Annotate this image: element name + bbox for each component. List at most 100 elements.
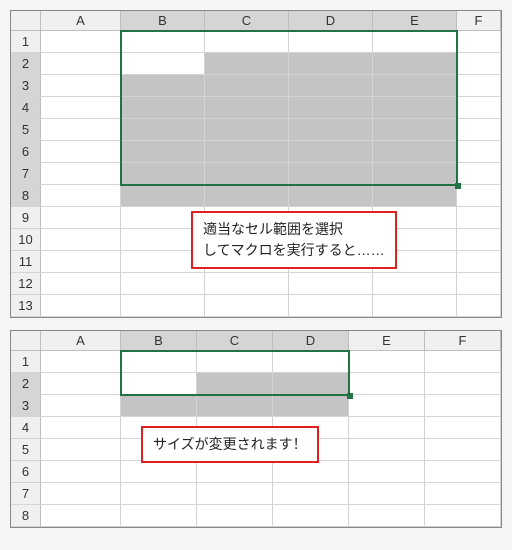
cell[interactable] bbox=[457, 75, 501, 97]
row-header-5[interactable]: 5 bbox=[11, 119, 41, 141]
col-header-F[interactable]: F bbox=[425, 331, 501, 351]
row-header-11[interactable]: 11 bbox=[11, 251, 41, 273]
cell[interactable] bbox=[121, 295, 205, 317]
cell[interactable] bbox=[457, 207, 501, 229]
row-header-2[interactable]: 2 bbox=[11, 373, 41, 395]
cell[interactable] bbox=[425, 483, 501, 505]
row-header-3[interactable]: 3 bbox=[11, 75, 41, 97]
cell[interactable] bbox=[289, 53, 373, 75]
cell[interactable] bbox=[197, 461, 273, 483]
cell[interactable] bbox=[121, 163, 205, 185]
col-header-D[interactable]: D bbox=[289, 11, 373, 31]
cell[interactable] bbox=[425, 373, 501, 395]
cell[interactable] bbox=[197, 351, 273, 373]
col-header-A[interactable]: A bbox=[41, 331, 121, 351]
cell[interactable] bbox=[205, 31, 289, 53]
cell[interactable] bbox=[457, 31, 501, 53]
cell[interactable] bbox=[205, 97, 289, 119]
row-header-4[interactable]: 4 bbox=[11, 417, 41, 439]
cell[interactable] bbox=[41, 53, 121, 75]
cell[interactable] bbox=[121, 461, 197, 483]
cell[interactable] bbox=[41, 207, 121, 229]
cell[interactable] bbox=[425, 417, 501, 439]
cell[interactable] bbox=[425, 395, 501, 417]
cell[interactable] bbox=[273, 373, 349, 395]
cell[interactable] bbox=[457, 273, 501, 295]
cell[interactable] bbox=[197, 395, 273, 417]
cell[interactable] bbox=[289, 31, 373, 53]
cell[interactable] bbox=[373, 53, 457, 75]
cell[interactable] bbox=[373, 119, 457, 141]
cell[interactable] bbox=[457, 141, 501, 163]
row-header-1[interactable]: 1 bbox=[11, 351, 41, 373]
cell[interactable] bbox=[373, 75, 457, 97]
col-header-A[interactable]: A bbox=[41, 11, 121, 31]
col-header-C[interactable]: C bbox=[197, 331, 273, 351]
col-header-B[interactable]: B bbox=[121, 331, 197, 351]
cell[interactable] bbox=[273, 505, 349, 527]
cell[interactable] bbox=[457, 163, 501, 185]
cell[interactable] bbox=[121, 141, 205, 163]
cell[interactable] bbox=[121, 31, 205, 53]
cell[interactable] bbox=[373, 163, 457, 185]
cell[interactable] bbox=[425, 351, 501, 373]
col-header-F[interactable]: F bbox=[457, 11, 501, 31]
cell[interactable] bbox=[273, 395, 349, 417]
cell[interactable] bbox=[457, 229, 501, 251]
row-header-6[interactable]: 6 bbox=[11, 141, 41, 163]
row-header-8[interactable]: 8 bbox=[11, 505, 41, 527]
cell[interactable] bbox=[457, 251, 501, 273]
row-header-7[interactable]: 7 bbox=[11, 483, 41, 505]
col-header-E[interactable]: E bbox=[373, 11, 457, 31]
cell[interactable] bbox=[425, 439, 501, 461]
cell[interactable] bbox=[373, 31, 457, 53]
cell[interactable] bbox=[425, 461, 501, 483]
cell[interactable] bbox=[205, 185, 289, 207]
col-header-C[interactable]: C bbox=[205, 11, 289, 31]
cell[interactable] bbox=[41, 461, 121, 483]
cell[interactable] bbox=[41, 141, 121, 163]
cell[interactable] bbox=[41, 97, 121, 119]
cell[interactable] bbox=[41, 273, 121, 295]
cell[interactable] bbox=[273, 351, 349, 373]
col-header-B[interactable]: B bbox=[121, 11, 205, 31]
row-header-6[interactable]: 6 bbox=[11, 461, 41, 483]
cell[interactable] bbox=[197, 505, 273, 527]
cell[interactable] bbox=[41, 395, 121, 417]
cell[interactable] bbox=[205, 295, 289, 317]
row-header-13[interactable]: 13 bbox=[11, 295, 41, 317]
cell[interactable] bbox=[349, 439, 425, 461]
cell[interactable] bbox=[349, 395, 425, 417]
cell[interactable] bbox=[205, 163, 289, 185]
row-header-3[interactable]: 3 bbox=[11, 395, 41, 417]
cell[interactable] bbox=[41, 505, 121, 527]
cell[interactable] bbox=[289, 141, 373, 163]
cell[interactable] bbox=[121, 119, 205, 141]
select-all-corner[interactable] bbox=[11, 331, 41, 351]
select-all-corner[interactable] bbox=[11, 11, 41, 31]
col-header-D[interactable]: D bbox=[273, 331, 349, 351]
cell[interactable] bbox=[121, 97, 205, 119]
cell[interactable] bbox=[41, 439, 121, 461]
cell[interactable] bbox=[41, 295, 121, 317]
cell[interactable] bbox=[349, 461, 425, 483]
cell[interactable] bbox=[205, 53, 289, 75]
cell[interactable] bbox=[121, 185, 205, 207]
cell[interactable] bbox=[273, 461, 349, 483]
cell[interactable] bbox=[373, 295, 457, 317]
cell[interactable] bbox=[121, 273, 205, 295]
cell[interactable] bbox=[373, 97, 457, 119]
cell[interactable] bbox=[121, 75, 205, 97]
cell[interactable] bbox=[349, 351, 425, 373]
row-header-7[interactable]: 7 bbox=[11, 163, 41, 185]
cell[interactable] bbox=[457, 295, 501, 317]
cell[interactable] bbox=[273, 483, 349, 505]
row-header-10[interactable]: 10 bbox=[11, 229, 41, 251]
cell-active[interactable] bbox=[121, 53, 205, 75]
cell[interactable] bbox=[349, 417, 425, 439]
cell[interactable] bbox=[289, 119, 373, 141]
cell[interactable] bbox=[41, 185, 121, 207]
row-header-4[interactable]: 4 bbox=[11, 97, 41, 119]
cell[interactable] bbox=[197, 373, 273, 395]
cell[interactable] bbox=[41, 351, 121, 373]
